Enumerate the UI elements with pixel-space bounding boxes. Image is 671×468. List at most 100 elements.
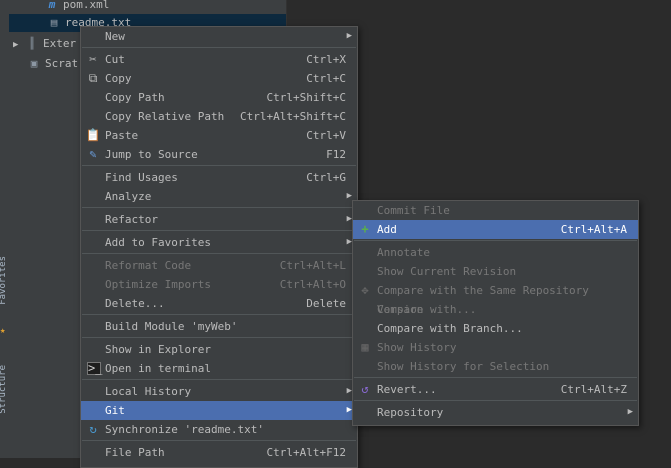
menu-item-refactor[interactable]: Refactor ▶ bbox=[81, 210, 357, 229]
menu-item-label: Add to Favorites bbox=[105, 236, 211, 249]
git-compare-with[interactable]: Compare with... bbox=[353, 300, 638, 319]
git-show-history[interactable]: ▦ Show History bbox=[353, 338, 638, 357]
menu-item-label: Revert... bbox=[377, 383, 437, 396]
menu-separator bbox=[354, 377, 637, 378]
menu-item-label: Commit File bbox=[377, 204, 450, 217]
menu-item-new[interactable]: New ▶ bbox=[81, 27, 357, 46]
menu-item-open-in-terminal[interactable]: >_ Open in terminal bbox=[81, 359, 357, 378]
menu-item-copy[interactable]: ⧉ Copy Ctrl+C bbox=[81, 69, 357, 88]
git-submenu: Commit File + Add Ctrl+Alt+A Annotate Sh… bbox=[352, 200, 639, 426]
menu-item-file-path[interactable]: File Path Ctrl+Alt+F12 bbox=[81, 443, 357, 462]
menu-item-label: Show History for Selection bbox=[377, 360, 550, 373]
git-revert[interactable]: ↺ Revert... Ctrl+Alt+Z bbox=[353, 380, 638, 399]
menu-item-shortcut: Ctrl+Shift+C bbox=[266, 91, 346, 104]
tree-item-pom[interactable]: m pom.xml bbox=[45, 0, 110, 14]
menu-item-copy-relative-path[interactable]: Copy Relative Path Ctrl+Alt+Shift+C bbox=[81, 107, 357, 126]
menu-item-paste[interactable]: 📋 Paste Ctrl+V bbox=[81, 126, 357, 145]
add-plus-icon: + bbox=[361, 222, 369, 236]
menu-item-shortcut: Ctrl+G bbox=[306, 171, 346, 184]
history-icon: ▦ bbox=[361, 340, 369, 354]
menu-item-local-history[interactable]: Local History ▶ bbox=[81, 382, 357, 401]
submenu-arrow-icon: ▶ bbox=[627, 407, 633, 417]
menu-separator bbox=[354, 400, 637, 401]
copy-icon: ⧉ bbox=[88, 71, 98, 85]
jump-to-source-icon: ✎ bbox=[89, 147, 97, 161]
favorites-tab-label[interactable]: Favorites bbox=[0, 256, 8, 305]
context-menu: New ▶ ✂ Cut Ctrl+X ⧉ Copy Ctrl+C Copy Pa… bbox=[80, 26, 358, 468]
menu-item-label: Open in terminal bbox=[105, 362, 211, 375]
menu-item-optimize-imports[interactable]: Optimize Imports Ctrl+Alt+O bbox=[81, 275, 357, 294]
menu-item-label: Git bbox=[105, 404, 125, 417]
menu-item-label: Synchronize 'readme.txt' bbox=[105, 423, 264, 436]
menu-separator bbox=[82, 207, 356, 208]
menu-item-shortcut: Ctrl+Alt+A bbox=[560, 223, 627, 236]
scratch-icon: ▣ bbox=[30, 57, 38, 70]
menu-item-label: Repository bbox=[377, 406, 444, 419]
menu-item-label: Copy Path bbox=[105, 91, 165, 104]
tree-item-label: Scrat bbox=[45, 57, 79, 70]
git-compare-same-repo-version[interactable]: ✥ Compare with the Same Repository Versi… bbox=[353, 281, 638, 316]
menu-separator bbox=[82, 440, 356, 441]
git-show-history-for-selection[interactable]: Show History for Selection bbox=[353, 357, 638, 376]
expand-arrow-icon[interactable]: ▶ bbox=[13, 40, 18, 50]
sync-icon: ↻ bbox=[89, 422, 97, 436]
maven-file-icon: m bbox=[48, 0, 56, 11]
menu-item-label: Find Usages bbox=[105, 171, 178, 184]
menu-item-shortcut: Ctrl+Alt+O bbox=[279, 278, 346, 291]
menu-item-label: Refactor bbox=[105, 213, 158, 226]
menu-item-cut[interactable]: ✂ Cut Ctrl+X bbox=[81, 50, 357, 69]
menu-item-label: Cut bbox=[105, 53, 125, 66]
menu-item-synchronize[interactable]: ↻ Synchronize 'readme.txt' bbox=[81, 420, 357, 439]
tree-item-scratches[interactable]: ▣ Scrat bbox=[27, 55, 78, 73]
tree-item-label: Exter bbox=[43, 37, 77, 50]
structure-tab-label[interactable]: Structure bbox=[0, 365, 8, 414]
menu-item-shortcut: F12 bbox=[326, 148, 346, 161]
menu-item-add-to-favorites[interactable]: Add to Favorites ▶ bbox=[81, 233, 357, 252]
submenu-arrow-icon: ▶ bbox=[346, 31, 352, 41]
git-show-current-revision[interactable]: Show Current Revision bbox=[353, 262, 638, 281]
menu-separator bbox=[82, 230, 356, 231]
favorites-star-icon: ★ bbox=[0, 326, 6, 336]
git-compare-with-branch[interactable]: Compare with Branch... bbox=[353, 319, 638, 338]
menu-item-label: Build Module 'myWeb' bbox=[105, 320, 238, 333]
menu-item-shortcut: Ctrl+V bbox=[306, 129, 346, 142]
menu-item-shortcut: Ctrl+Alt+Shift+C bbox=[240, 110, 346, 123]
menu-item-shortcut: Ctrl+C bbox=[306, 72, 346, 85]
menu-item-label: Analyze bbox=[105, 190, 152, 203]
menu-item-delete[interactable]: Delete... Delete bbox=[81, 294, 357, 313]
menu-item-build-module[interactable]: Build Module 'myWeb' bbox=[81, 317, 357, 336]
menu-item-find-usages[interactable]: Find Usages Ctrl+G bbox=[81, 168, 357, 187]
menu-item-shortcut: Ctrl+Alt+F12 bbox=[266, 446, 346, 459]
tree-item-external-libraries[interactable]: ▶ ║ Exter bbox=[13, 35, 76, 53]
menu-item-copy-path[interactable]: Copy Path Ctrl+Shift+C bbox=[81, 88, 357, 107]
menu-item-label: Add bbox=[377, 223, 397, 236]
scissors-icon: ✂ bbox=[89, 52, 97, 66]
menu-item-label: Compare with... bbox=[377, 303, 477, 316]
git-add[interactable]: + Add Ctrl+Alt+A bbox=[353, 220, 638, 239]
menu-item-show-in-explorer[interactable]: Show in Explorer bbox=[81, 340, 357, 359]
menu-item-reformat-code[interactable]: Reformat Code Ctrl+Alt+L bbox=[81, 256, 357, 275]
menu-item-label: Jump to Source bbox=[105, 148, 198, 161]
menu-item-label: Optimize Imports bbox=[105, 278, 211, 291]
menu-item-git[interactable]: Git ▶ bbox=[81, 401, 357, 420]
menu-separator bbox=[82, 253, 356, 254]
library-icon: ║ bbox=[28, 37, 36, 50]
clipboard-icon: 📋 bbox=[85, 128, 101, 142]
menu-separator bbox=[354, 240, 637, 241]
menu-item-label: Delete... bbox=[105, 297, 165, 310]
compare-icon: ✥ bbox=[361, 283, 369, 297]
revert-icon: ↺ bbox=[361, 382, 369, 396]
menu-item-analyze[interactable]: Analyze ▶ bbox=[81, 187, 357, 206]
git-commit-file[interactable]: Commit File bbox=[353, 201, 638, 220]
menu-item-label: Reformat Code bbox=[105, 259, 192, 272]
menu-item-shortcut: Ctrl+Alt+L bbox=[279, 259, 346, 272]
menu-item-jump-to-source[interactable]: ✎ Jump to Source F12 bbox=[81, 145, 357, 164]
menu-item-shortcut: Ctrl+X bbox=[306, 53, 346, 66]
menu-separator bbox=[82, 337, 356, 338]
text-file-icon: ▤ bbox=[50, 16, 58, 29]
menu-item-label: Show Current Revision bbox=[377, 265, 517, 278]
git-annotate[interactable]: Annotate bbox=[353, 243, 638, 262]
menu-item-label: Show in Explorer bbox=[105, 343, 211, 356]
terminal-icon: >_ bbox=[87, 361, 103, 375]
git-repository[interactable]: Repository ▶ bbox=[353, 403, 638, 422]
